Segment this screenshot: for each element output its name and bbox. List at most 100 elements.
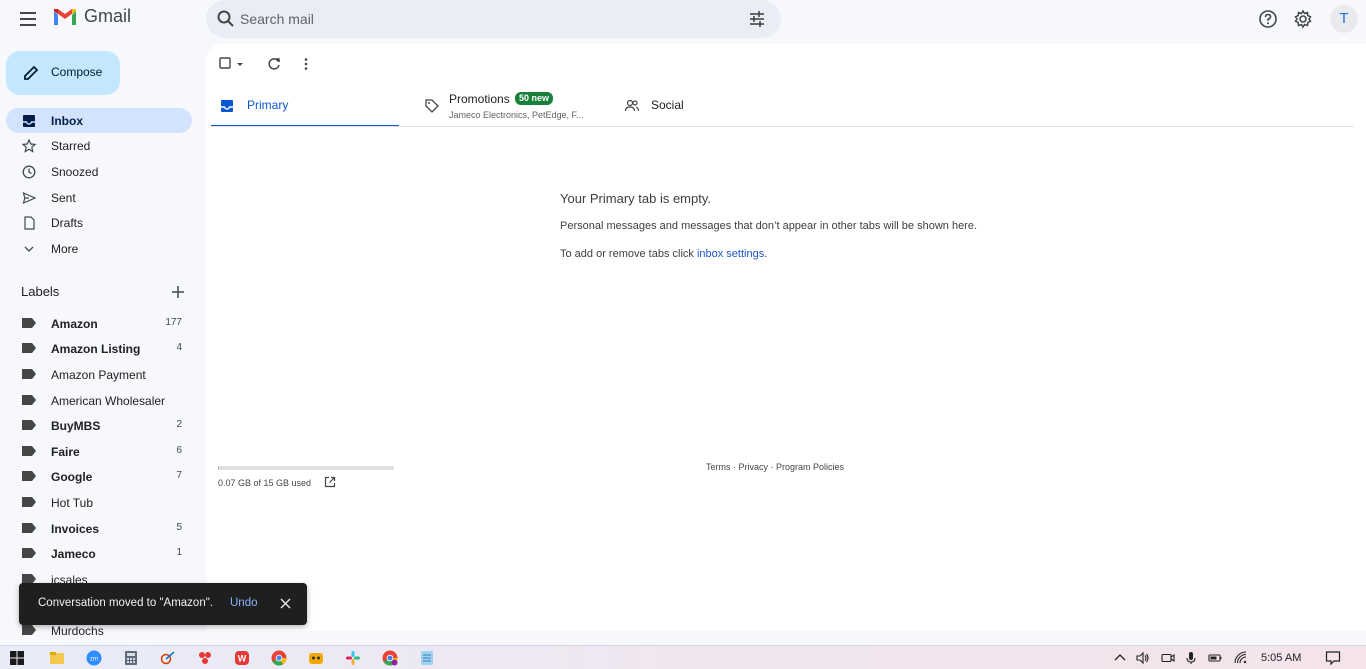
empty-state-help: To add or remove tabs click inbox settin…	[560, 248, 767, 260]
label-tag-icon	[22, 395, 36, 405]
camera-icon[interactable]	[1161, 651, 1175, 665]
label-tag-icon	[22, 625, 36, 635]
label-name: Invoices	[51, 522, 100, 536]
people-icon	[624, 99, 640, 112]
privacy-link[interactable]: Privacy	[739, 462, 769, 472]
send-icon	[22, 191, 36, 205]
nav-drafts[interactable]: Drafts	[6, 210, 192, 235]
select-dropdown-icon[interactable]	[234, 56, 246, 72]
label-amazon[interactable]: Amazon 177	[6, 311, 192, 335]
zoom-app-icon[interactable]: zm	[86, 650, 102, 666]
tab-label: Promotions	[449, 92, 510, 106]
label-american-wholesaler[interactable]: American Wholesaler	[6, 388, 192, 412]
chrome-icon[interactable]	[271, 650, 287, 666]
nav-more[interactable]: More	[6, 236, 192, 261]
nav-snoozed[interactable]: Snoozed	[6, 159, 192, 184]
label-count: 2	[176, 419, 182, 430]
empty-state-description: Personal messages and messages that don’…	[560, 220, 978, 232]
notepad-icon[interactable]	[419, 650, 435, 666]
nav-inbox[interactable]: Inbox	[6, 108, 192, 133]
svg-text:W: W	[238, 654, 247, 664]
system-clock[interactable]: 5:05 AM	[1261, 652, 1301, 664]
program-policies-link[interactable]: Program Policies	[776, 462, 844, 472]
os-taskbar: zm W 5:05 AM	[0, 645, 1366, 669]
nav-sent[interactable]: Sent	[6, 185, 192, 210]
nav-label: Snoozed	[51, 165, 99, 179]
storage-meter-fill	[218, 466, 219, 470]
label-tag-icon	[22, 369, 36, 379]
gmail-m-icon	[54, 8, 76, 25]
label-tag-icon	[22, 471, 36, 481]
top-header: Gmail T	[0, 0, 1366, 38]
tab-social[interactable]: Social	[616, 88, 804, 127]
add-label-icon[interactable]	[170, 284, 186, 300]
label-tag-icon	[22, 497, 36, 507]
wifi-icon[interactable]	[1234, 651, 1248, 665]
toast-message: Conversation moved to "Amazon".	[38, 597, 213, 609]
label-google[interactable]: Google 7	[6, 464, 192, 488]
label-name: Amazon	[51, 317, 98, 331]
calculator-icon[interactable]	[123, 650, 139, 666]
main-panel: Primary Promotions 50 new Jameco Electro…	[206, 44, 1366, 631]
star-icon	[22, 139, 36, 153]
draft-icon	[24, 216, 35, 230]
select-checkbox[interactable]	[218, 56, 234, 72]
more-options-icon[interactable]	[298, 56, 314, 72]
label-name: Amazon Payment	[51, 368, 146, 382]
inbox-settings-link[interactable]: inbox settings	[697, 248, 764, 260]
notification-center-icon[interactable]	[1325, 650, 1341, 666]
label-name: BuyMBS	[51, 419, 101, 433]
label-invoices[interactable]: Invoices 5	[6, 516, 192, 540]
chrome-profile-icon[interactable]	[382, 650, 398, 666]
label-name: American Wholesaler	[51, 394, 166, 408]
chevron-down-icon	[24, 246, 34, 252]
wps-office-icon[interactable]: W	[234, 650, 250, 666]
label-count: 5	[176, 522, 182, 533]
footer-links: Terms · Privacy · Program Policies	[706, 462, 844, 472]
battery-icon[interactable]	[1208, 651, 1222, 665]
tab-primary[interactable]: Primary	[211, 88, 399, 127]
label-amazon-listing[interactable]: Amazon Listing 4	[6, 336, 192, 360]
svg-text:zm: zm	[90, 657, 98, 663]
snipping-tool-icon[interactable]	[160, 650, 176, 666]
empty-state-title: Your Primary tab is empty.	[560, 191, 711, 206]
label-tag-icon	[22, 523, 36, 533]
account-avatar[interactable]: T	[1330, 5, 1358, 33]
storage-usage-text: 0.07 GB of 15 GB used	[218, 478, 312, 488]
search-icon[interactable]	[216, 9, 236, 29]
undo-button[interactable]: Undo	[230, 597, 258, 609]
label-name: Amazon Listing	[51, 342, 141, 356]
compose-button[interactable]: Compose	[6, 51, 120, 95]
label-amazon-payment[interactable]: Amazon Payment	[6, 362, 192, 386]
terms-link[interactable]: Terms	[706, 462, 731, 472]
search-input[interactable]	[240, 6, 720, 32]
nav-label: Starred	[51, 139, 91, 153]
file-explorer-icon[interactable]	[49, 650, 65, 666]
app-icon-red[interactable]	[197, 650, 213, 666]
open-in-new-icon[interactable]	[324, 476, 336, 488]
tab-promotions[interactable]: Promotions 50 new Jameco Electronics, Pe…	[416, 88, 604, 127]
inbox-icon	[221, 100, 233, 112]
label-hot-tub[interactable]: Hot Tub	[6, 490, 192, 514]
settings-gear-icon[interactable]	[1292, 8, 1314, 30]
chevron-up-icon[interactable]	[1113, 651, 1127, 665]
slack-icon[interactable]	[345, 650, 361, 666]
main-menu-icon[interactable]	[16, 8, 40, 30]
nav-starred[interactable]: Starred	[6, 133, 192, 158]
speaker-icon[interactable]	[1136, 651, 1150, 665]
tag-icon	[425, 99, 439, 113]
help-suffix: .	[764, 248, 768, 260]
windows-start-icon[interactable]	[9, 650, 25, 666]
search-options-icon[interactable]	[747, 9, 767, 29]
storage-meter	[218, 466, 394, 470]
label-buymbs[interactable]: BuyMBS 2	[6, 413, 192, 437]
label-faire[interactable]: Faire 6	[6, 439, 192, 463]
nav-label: Drafts	[51, 216, 84, 230]
microphone-icon[interactable]	[1184, 651, 1198, 665]
refresh-icon[interactable]	[266, 56, 282, 72]
gmail-logo[interactable]: Gmail	[52, 6, 131, 27]
close-icon[interactable]	[279, 597, 292, 610]
app-icon-yellow[interactable]	[308, 650, 324, 666]
help-icon[interactable]	[1257, 8, 1279, 30]
label-jameco[interactable]: Jameco 1	[6, 541, 192, 565]
